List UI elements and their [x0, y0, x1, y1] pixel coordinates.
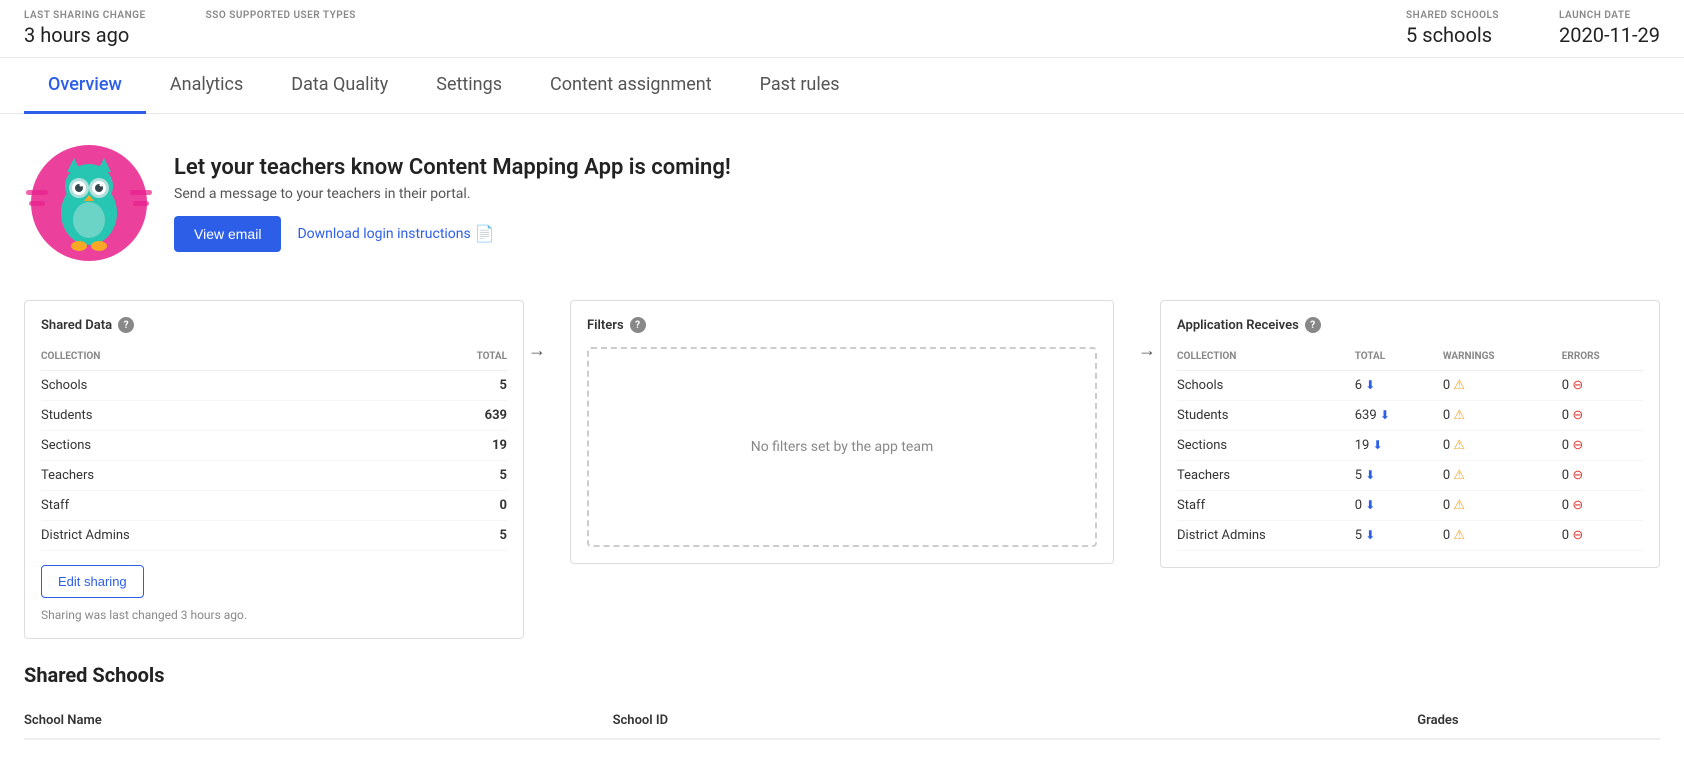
app-receives-help-icon[interactable]: ? [1305, 317, 1321, 333]
filters-header: Filters ? [587, 317, 1097, 333]
filters-empty-message: No filters set by the app team [587, 347, 1097, 547]
launch-date-stat: LAUNCH DATE 2020-11-29 [1559, 10, 1660, 47]
table-row: Students639 [41, 401, 507, 431]
owl-illustration [24, 138, 154, 268]
schools-table: School Name School ID Grades [24, 703, 1660, 740]
shared-schools-heading: Shared Schools [24, 663, 1660, 687]
sso-stat: SSO SUPPORTED USER TYPES [206, 10, 356, 47]
tab-data-quality[interactable]: Data Quality [267, 58, 412, 114]
error-icon: ⊖ [1572, 498, 1583, 513]
shared-col-collection: COLLECTION [41, 347, 388, 371]
sharing-note: Sharing was last changed 3 hours ago. [41, 608, 507, 622]
tab-analytics[interactable]: Analytics [146, 58, 267, 114]
promo-heading: Let your teachers know Content Mapping A… [174, 155, 731, 180]
shared-schools-section: Shared Schools School Name School ID Gra… [24, 663, 1660, 740]
table-row: Teachers5 [41, 461, 507, 491]
app-col-collection: COLLECTION [1177, 347, 1343, 371]
promo-actions: View email Download login instructions 📄 [174, 216, 731, 252]
table-row: Sections19 [41, 431, 507, 461]
download-login-link[interactable]: Download login instructions 📄 [297, 224, 494, 243]
shared-col-total: TOTAL [388, 347, 507, 371]
download-icon: ⬇ [1365, 498, 1375, 512]
table-row: Staff0 [41, 491, 507, 521]
tab-content-assignment[interactable]: Content assignment [526, 58, 736, 114]
warning-icon: ⚠ [1453, 438, 1465, 453]
app-receives-panel: Application Receives ? COLLECTION TOTAL … [1160, 300, 1660, 568]
app-receives-header: Application Receives ? [1177, 317, 1643, 333]
last-sharing-value: 3 hours ago [24, 23, 146, 47]
stats-bar: LAST SHARING CHANGE 3 hours ago SSO SUPP… [0, 0, 1684, 58]
filters-title: Filters [587, 318, 624, 333]
tab-overview[interactable]: Overview [24, 58, 146, 114]
table-row: District Admins 5 ⬇ 0 ⚠ 0 ⊖ [1177, 521, 1643, 551]
school-name-col: School Name [24, 703, 213, 739]
warning-icon: ⚠ [1453, 468, 1465, 483]
warning-icon: ⚠ [1453, 498, 1465, 513]
shared-data-table: COLLECTION TOTAL Schools5Students639Sect… [41, 347, 507, 551]
promo-text: Let your teachers know Content Mapping A… [174, 155, 731, 252]
table-row: Schools5 [41, 371, 507, 401]
grades-col: Grades [1317, 703, 1660, 739]
last-sharing-stat: LAST SHARING CHANGE 3 hours ago [24, 10, 146, 47]
warning-icon: ⚠ [1453, 528, 1465, 543]
nav-tabs: Overview Analytics Data Quality Settings… [0, 58, 1684, 114]
app-col-warnings: WARNINGS [1431, 347, 1550, 371]
tab-settings[interactable]: Settings [412, 58, 526, 114]
download-icon: ⬇ [1365, 378, 1375, 392]
table-row: Schools 6 ⬇ 0 ⚠ 0 ⊖ [1177, 371, 1643, 401]
table-row: Teachers 5 ⬇ 0 ⚠ 0 ⊖ [1177, 461, 1643, 491]
shared-data-title: Shared Data [41, 318, 112, 333]
download-icon: ⬇ [1365, 468, 1375, 482]
download-icon: ⬇ [1365, 528, 1375, 542]
error-icon: ⊖ [1572, 468, 1583, 483]
table-row: Students 639 ⬇ 0 ⚠ 0 ⊖ [1177, 401, 1643, 431]
edit-sharing-button[interactable]: Edit sharing [41, 565, 144, 598]
download-icon: ⬇ [1380, 408, 1390, 422]
school-id-col: School ID [213, 703, 1318, 739]
error-icon: ⊖ [1572, 378, 1583, 393]
filters-panel: Filters ? No filters set by the app team [570, 300, 1114, 564]
error-icon: ⊖ [1572, 438, 1583, 453]
app-col-total: TOTAL [1343, 347, 1431, 371]
arrow-filters-to-app: → [1138, 300, 1156, 361]
filters-help-icon[interactable]: ? [630, 317, 646, 333]
promo-subtext: Send a message to your teachers in their… [174, 186, 731, 202]
shared-data-help-icon[interactable]: ? [118, 317, 134, 333]
table-row: Staff 0 ⬇ 0 ⚠ 0 ⊖ [1177, 491, 1643, 521]
shared-schools-value: 5 schools [1406, 23, 1499, 47]
app-receives-title: Application Receives [1177, 318, 1299, 333]
warning-icon: ⚠ [1453, 378, 1465, 393]
warning-icon: ⚠ [1453, 408, 1465, 423]
download-icon: 📄 [475, 224, 495, 243]
table-row: District Admins5 [41, 521, 507, 551]
launch-date-label: LAUNCH DATE [1559, 10, 1660, 21]
error-icon: ⊖ [1572, 528, 1583, 543]
sso-label: SSO SUPPORTED USER TYPES [206, 10, 356, 21]
arrow-shared-to-filters: → [528, 300, 546, 361]
table-row: Sections 19 ⬇ 0 ⚠ 0 ⊖ [1177, 431, 1643, 461]
shared-data-panel: Shared Data ? COLLECTION TOTAL Schools5S… [24, 300, 524, 639]
last-sharing-label: LAST SHARING CHANGE [24, 10, 146, 21]
app-receives-table: COLLECTION TOTAL WARNINGS ERRORS Schools… [1177, 347, 1643, 551]
main-content: Let your teachers know Content Mapping A… [0, 114, 1684, 764]
launch-date-value: 2020-11-29 [1559, 23, 1660, 47]
error-icon: ⊖ [1572, 408, 1583, 423]
panels-row: Shared Data ? COLLECTION TOTAL Schools5S… [24, 300, 1660, 639]
shared-data-header: Shared Data ? [41, 317, 507, 333]
app-col-errors: ERRORS [1550, 347, 1643, 371]
tab-past-rules[interactable]: Past rules [736, 58, 864, 114]
view-email-button[interactable]: View email [174, 216, 281, 252]
promo-banner: Let your teachers know Content Mapping A… [24, 138, 1660, 268]
shared-schools-label: SHARED SCHOOLS [1406, 10, 1499, 21]
shared-schools-stat: SHARED SCHOOLS 5 schools [1406, 10, 1499, 47]
download-icon: ⬇ [1373, 438, 1383, 452]
